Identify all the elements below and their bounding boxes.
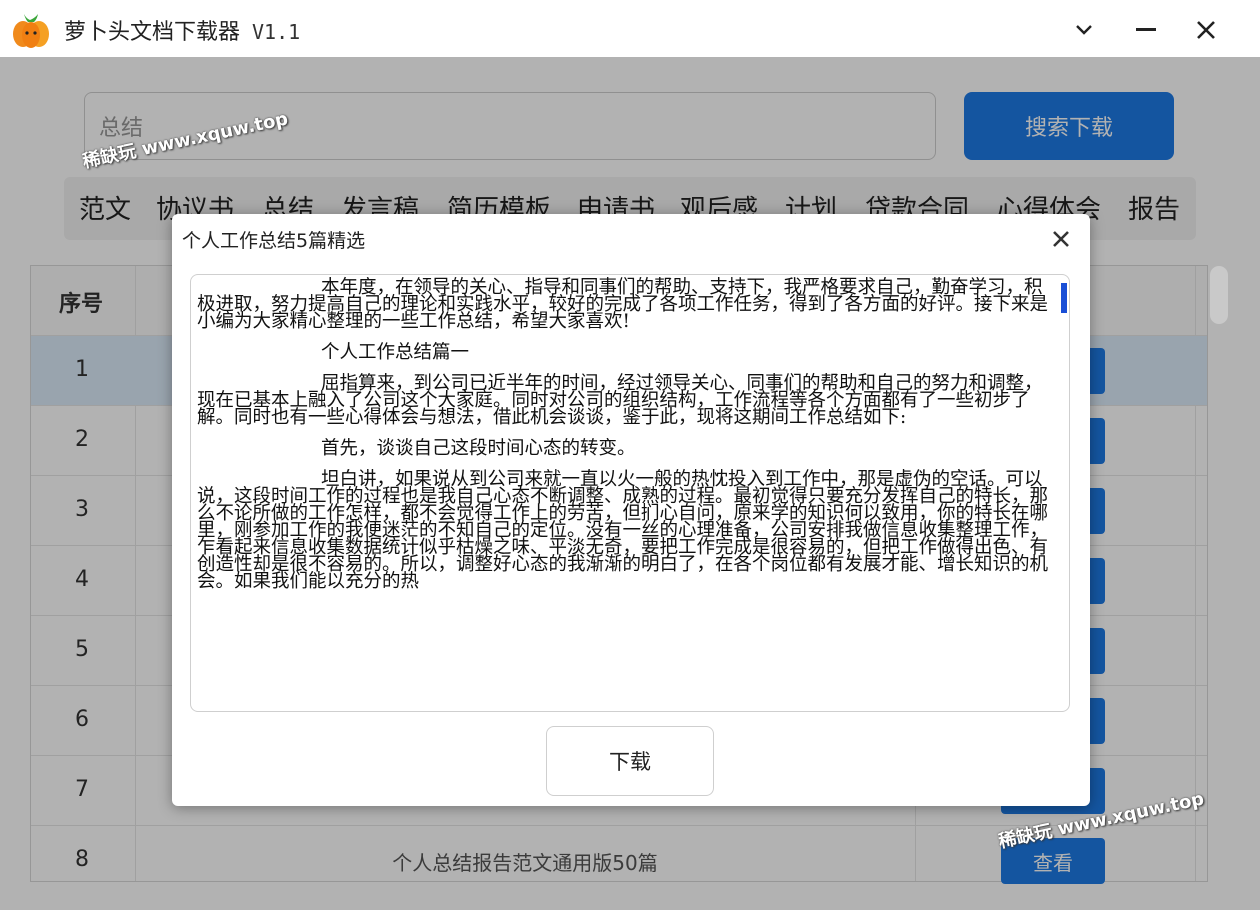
article-paragraph: 本年度，在领导的关心、指导和同事们的帮助、支持下，我严格要求自己，勤奋学习，积极… — [197, 277, 1049, 332]
article-dialog: 个人工作总结5篇精选 本年度，在领导的关心、指导和同事们的帮助、支持下，我严格要… — [172, 214, 1090, 806]
close-window-button[interactable] — [1184, 10, 1228, 50]
article-paragraph: 首先，谈谈自己这段时间心态的转变。 — [321, 438, 636, 459]
app-title: 萝卜头文档下载器 V1.1 — [64, 14, 300, 46]
dialog-close-button[interactable] — [1044, 222, 1078, 256]
close-icon — [1053, 231, 1069, 247]
article-text: 本年度，在领导的关心、指导和同事们的帮助、支持下，我严格要求自己，勤奋学习，积极… — [197, 277, 1059, 604]
article-text-area[interactable]: 本年度，在领导的关心、指导和同事们的帮助、支持下，我严格要求自己，勤奋学习，积极… — [190, 274, 1070, 712]
close-icon — [1197, 21, 1215, 39]
minimize-button[interactable] — [1124, 10, 1168, 50]
app-name: 萝卜头文档下载器 — [64, 20, 241, 45]
table-scrollbar-thumb[interactable] — [1210, 266, 1228, 324]
app-version: V1.1 — [252, 20, 301, 44]
download-button[interactable]: 下载 — [546, 726, 714, 796]
article-paragraph: 屈指算来，到公司已近半年的时间，经过领导关心、同事们的帮助和自己的努力和调整，现… — [197, 373, 1043, 428]
carrot-logo-icon — [10, 10, 52, 52]
chevron-down-button[interactable] — [1062, 10, 1106, 50]
dialog-title: 个人工作总结5篇精选 — [182, 230, 366, 252]
article-paragraph: 坦白讲，如果说从到公司来就一直以火一般的热忱投入到工作中，那是虚伪的空话。可以说… — [197, 469, 1049, 592]
chevron-down-icon — [1076, 25, 1092, 35]
article-heading: 个人工作总结篇一 — [321, 342, 470, 363]
text-scroll-caret — [1061, 283, 1067, 313]
title-bar: 萝卜头文档下载器 V1.1 — [0, 0, 1260, 57]
minimize-icon — [1136, 28, 1156, 31]
